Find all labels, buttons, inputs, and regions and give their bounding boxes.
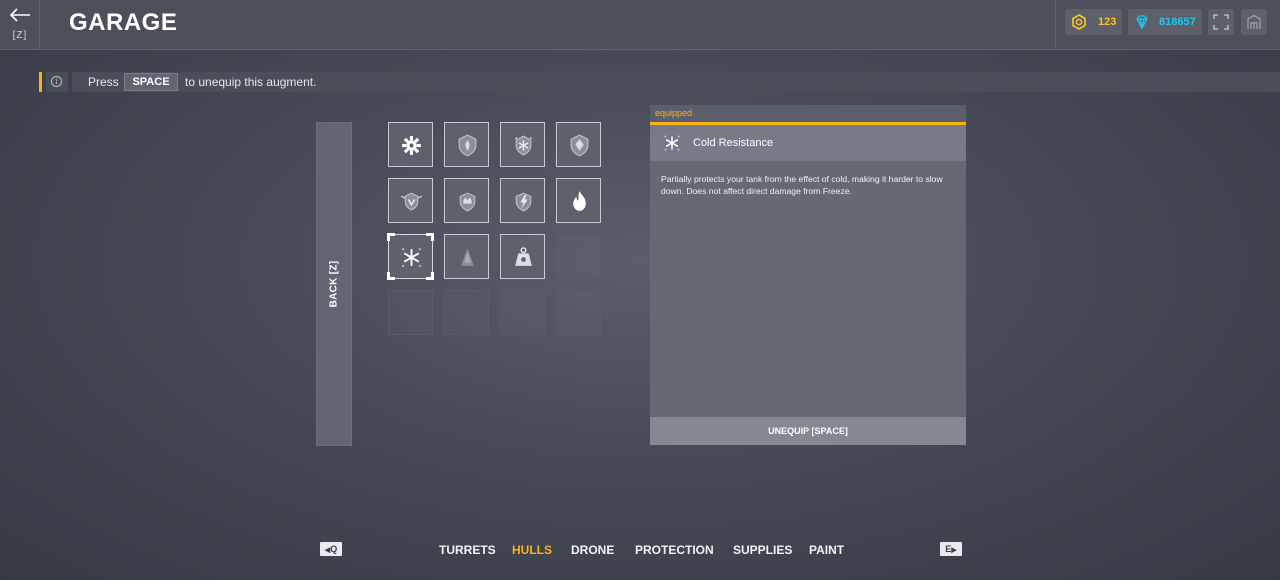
back-strip-button[interactable]: BACK [Z] — [316, 122, 352, 446]
page-title: GARAGE — [69, 9, 178, 36]
augment-grid — [387, 122, 603, 336]
augment-slot-empty[interactable] — [556, 234, 601, 279]
shield-lightning-icon — [515, 192, 532, 212]
unequip-button[interactable]: UNEQUIP [SPACE] — [650, 417, 966, 445]
augment-slot-shield-frost[interactable] — [500, 122, 545, 167]
chevron-right-icon: ▶ — [951, 547, 957, 554]
shield-diamond-icon — [570, 134, 589, 157]
selection-corner — [387, 272, 395, 280]
divider — [1055, 0, 1056, 50]
equipped-tag: equipped — [650, 105, 966, 122]
augment-details-panel: equipped Cold Resistance Partially prote… — [650, 105, 966, 445]
augment-slot-shield-wings[interactable] — [388, 178, 433, 223]
hint-bar: i Press SPACE to unequip this augment. — [0, 72, 1280, 92]
augment-slot-snowflake-selected[interactable] — [387, 233, 434, 280]
augment-slot-empty[interactable] — [444, 290, 489, 335]
selection-corner — [387, 233, 395, 241]
hint-text: Press SPACE to unequip this augment. — [72, 72, 1280, 92]
next-category-button[interactable]: E▶ — [940, 542, 962, 556]
back-key-hint: [Z] — [12, 30, 28, 41]
augment-slot-shield-diamond[interactable] — [556, 122, 601, 167]
augment-slot-gear[interactable] — [388, 122, 433, 167]
nav-protection[interactable]: PROTECTION — [635, 543, 714, 557]
gear-icon — [402, 136, 421, 155]
augment-slot-fire[interactable] — [556, 178, 601, 223]
weight-icon — [515, 247, 532, 266]
nav-supplies[interactable]: SUPPLIES — [733, 543, 792, 557]
augment-description: Partially protects your tank from the ef… — [661, 174, 943, 196]
selection-corner — [426, 272, 434, 280]
snowflake-icon — [402, 248, 421, 267]
augment-slot-empty[interactable] — [556, 290, 601, 335]
augment-slot-cone[interactable] — [444, 234, 489, 279]
snowflake-icon — [664, 135, 680, 151]
category-nav: ◀Q TURRETS HULLS DRONE PROTECTION SUPPLI… — [0, 540, 1280, 560]
nav-hulls[interactable]: HULLS — [512, 543, 552, 557]
fullscreen-icon — [1213, 14, 1229, 30]
fullscreen-button[interactable] — [1208, 9, 1234, 35]
prev-category-button[interactable]: ◀Q — [320, 542, 342, 556]
augment-slot-empty[interactable] — [388, 290, 433, 335]
info-icon: i — [46, 72, 68, 92]
augment-slot-empty[interactable] — [500, 290, 545, 335]
fire-icon — [573, 191, 586, 211]
augment-name: Cold Resistance — [693, 137, 774, 149]
tankoins-counter[interactable]: 818657 — [1128, 9, 1202, 35]
augment-slot-shield-flame[interactable] — [444, 122, 489, 167]
shield-frost-icon — [515, 135, 532, 156]
back-strip-label: BACK [Z] — [328, 260, 340, 308]
nav-drone[interactable]: DRONE — [571, 543, 614, 557]
shield-flame-icon — [458, 134, 477, 157]
cone-icon — [461, 248, 474, 266]
prev-key-label: Q — [330, 544, 338, 554]
diamond-icon — [1136, 15, 1148, 30]
top-bar: [Z] GARAGE 123 818657 — [0, 0, 1280, 50]
augment-header: Cold Resistance — [650, 125, 966, 161]
home-icon — [1247, 14, 1261, 29]
nav-turrets[interactable]: TURRETS — [439, 543, 496, 557]
shield-wings-icon — [400, 192, 423, 211]
nav-paint[interactable]: PAINT — [809, 543, 844, 557]
hint-press: Press — [88, 75, 119, 89]
home-button[interactable] — [1241, 9, 1267, 35]
augment-slot-shield-crown[interactable] — [444, 178, 489, 223]
crystal-coin-icon — [1072, 14, 1086, 30]
hint-key: SPACE — [124, 73, 178, 91]
crystals-value: 123 — [1098, 16, 1117, 28]
back-button[interactable]: [Z] — [0, 0, 40, 50]
tankoins-value: 818657 — [1159, 16, 1196, 28]
crystals-counter[interactable]: 123 — [1065, 9, 1122, 35]
selection-corner — [426, 233, 434, 241]
hint-rest: to unequip this augment. — [185, 75, 317, 89]
hint-accent — [39, 72, 42, 92]
back-arrow-icon — [9, 8, 30, 22]
augment-slot-shield-lightning[interactable] — [500, 178, 545, 223]
augment-slot-weight[interactable] — [500, 234, 545, 279]
shield-crown-icon — [459, 192, 476, 212]
